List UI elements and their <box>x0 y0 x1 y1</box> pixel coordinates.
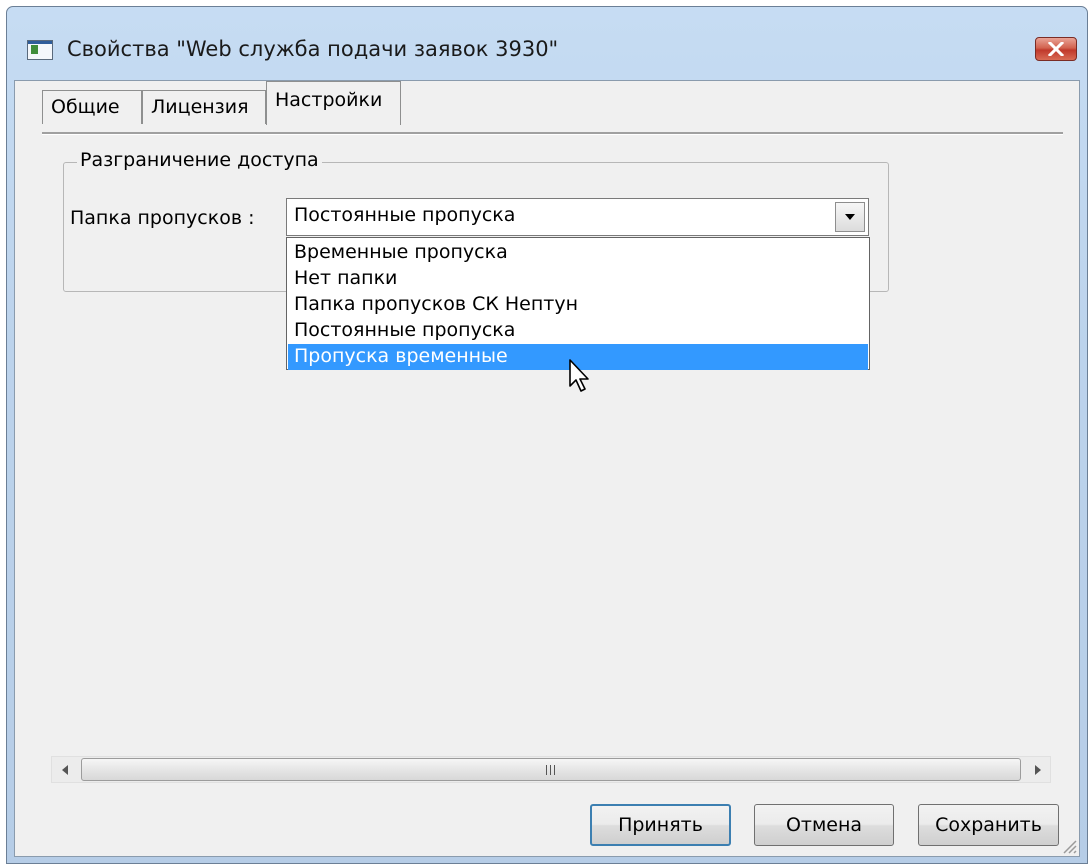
pass-folder-combobox[interactable]: Постоянные пропуска <box>286 198 869 236</box>
tab-settings[interactable]: Настройки <box>266 81 401 125</box>
dropdown-option-permanent-passes[interactable]: Постоянные пропуска <box>288 318 868 344</box>
mouse-pointer-icon <box>569 359 589 392</box>
dialog-client-area: Общие Лицензия Настройки Разграничение д… <box>14 80 1080 857</box>
combo-dropdown-button[interactable] <box>835 202 865 232</box>
cancel-button[interactable]: Отмена <box>754 804 894 846</box>
scrollbar-thumb[interactable] <box>81 758 1021 781</box>
pass-folder-label: Папка пропусков : <box>70 207 255 229</box>
tab-license[interactable]: Лицензия <box>142 90 266 124</box>
grip-icon <box>545 765 557 775</box>
scroll-left-button[interactable] <box>52 757 78 782</box>
tab-general[interactable]: Общие <box>42 90 142 124</box>
scroll-right-button[interactable] <box>1024 757 1050 782</box>
option-label: Временные пропуска <box>294 241 508 263</box>
dialog-window: Свойства "Web служба подачи заявок 3930"… <box>6 6 1088 864</box>
pass-folder-dropdown-list[interactable]: Временные пропуска Нет папки Папка пропу… <box>286 237 870 370</box>
dropdown-option-no-folder[interactable]: Нет папки <box>288 266 868 292</box>
dropdown-option-temporary-passes[interactable]: Временные пропуска <box>288 240 868 266</box>
close-button[interactable] <box>1035 37 1077 61</box>
option-label: Нет папки <box>294 267 398 289</box>
tab-label: Настройки <box>275 89 383 111</box>
close-icon <box>1048 42 1064 56</box>
arrow-right-icon <box>1034 764 1041 775</box>
arrow-left-icon <box>61 764 68 775</box>
dropdown-option-sk-neptun[interactable]: Папка пропусков СК Нептун <box>288 292 868 318</box>
title-bar[interactable]: Свойства "Web служба подачи заявок 3930" <box>7 7 1087 87</box>
apply-button[interactable]: Принять <box>590 804 731 846</box>
combo-selected-value: Постоянные пропуска <box>294 204 516 226</box>
chevron-down-icon <box>845 214 855 220</box>
option-label: Папка пропусков СК Нептун <box>294 293 578 315</box>
tab-label: Общие <box>51 96 120 118</box>
window-title: Свойства "Web служба подачи заявок 3930" <box>67 37 559 61</box>
option-label: Пропуска временные <box>294 345 508 367</box>
tab-panel-border <box>42 132 1063 135</box>
tab-label: Лицензия <box>151 96 249 118</box>
group-legend: Разграничение доступа <box>77 149 322 171</box>
resize-grip-icon[interactable] <box>1059 836 1077 854</box>
horizontal-scrollbar[interactable] <box>51 756 1051 783</box>
save-button[interactable]: Сохранить <box>918 804 1059 846</box>
option-label: Постоянные пропуска <box>294 319 516 341</box>
app-window-icon <box>27 40 53 60</box>
